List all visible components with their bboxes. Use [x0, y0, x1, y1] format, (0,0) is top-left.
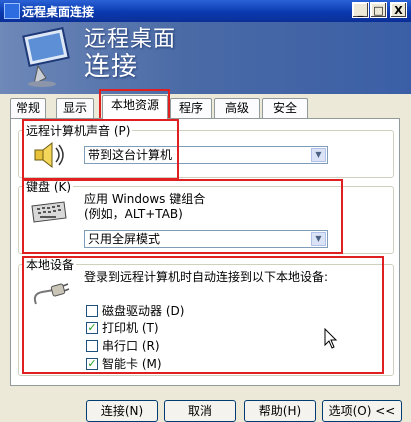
speaker-icon — [34, 141, 64, 169]
devices-group-title: 本地设备 — [24, 258, 77, 272]
checkbox-disk-drives-label: 磁盘驱动器 (D) — [102, 304, 185, 318]
connect-button[interactable]: 连接(N) — [86, 400, 158, 422]
checkbox-printers-label: 打印机 (T) — [102, 321, 159, 335]
keyboard-group-title: 键盘 (K) — [24, 180, 74, 194]
keyboard-select-value: 只用全屏模式 — [88, 232, 161, 246]
tab-local-resources[interactable]: 本地资源 — [102, 95, 168, 119]
sound-select[interactable]: 带到这台计算机 ▼ — [84, 146, 328, 164]
title-bar: 远程桌面连接 _ □ X — [0, 0, 411, 22]
keyboard-select[interactable]: 只用全屏模式 ▼ — [84, 230, 328, 248]
checkbox-serial-ports-label: 串行口 (R) — [102, 339, 160, 353]
checkbox-serial-ports[interactable] — [86, 340, 98, 352]
close-button[interactable]: X — [390, 2, 407, 18]
mouse-cursor-icon — [324, 328, 338, 349]
devices-description: 登录到远程计算机时自动连接到以下本地设备: — [84, 270, 329, 284]
monitor-icon — [22, 26, 70, 87]
chevron-down-icon[interactable]: ▼ — [311, 148, 326, 162]
maximize-button[interactable]: □ — [370, 2, 387, 18]
banner-title-line1: 远程桌面 — [84, 27, 177, 52]
banner-title-line2: 连接 — [84, 52, 139, 82]
sound-group-title: 远程计算机声音 (P) — [24, 124, 133, 138]
banner: 远程桌面 连接 — [0, 22, 411, 94]
minimize-button[interactable]: _ — [352, 2, 369, 18]
tab-advanced[interactable]: 高级 — [214, 98, 260, 118]
remote-desktop-icon — [4, 3, 20, 19]
keyboard-icon — [31, 201, 67, 223]
options-button[interactable]: 选项(O) << — [322, 400, 402, 422]
plug-icon — [33, 283, 70, 305]
tab-general[interactable]: 常规 — [10, 98, 46, 118]
help-button[interactable]: 帮助(H) — [244, 400, 316, 422]
cancel-button[interactable]: 取消 — [164, 400, 236, 422]
sound-select-value: 带到这台计算机 — [88, 148, 173, 162]
tab-programs[interactable]: 程序 — [170, 98, 212, 118]
tab-security[interactable]: 安全 — [262, 98, 308, 118]
tab-display[interactable]: 显示 — [56, 98, 94, 118]
checkbox-printers[interactable]: ✓ — [86, 322, 98, 334]
keyboard-description-line2: (例如，ALT+TAB) — [84, 207, 183, 221]
checkbox-smart-cards[interactable]: ✓ — [86, 358, 98, 370]
keyboard-description-line1: 应用 Windows 键组合 — [84, 192, 206, 206]
window-title: 远程桌面连接 — [22, 5, 95, 19]
checkbox-disk-drives[interactable] — [86, 305, 98, 317]
chevron-down-icon[interactable]: ▼ — [311, 232, 326, 246]
checkbox-smart-cards-label: 智能卡 (M) — [102, 357, 162, 371]
